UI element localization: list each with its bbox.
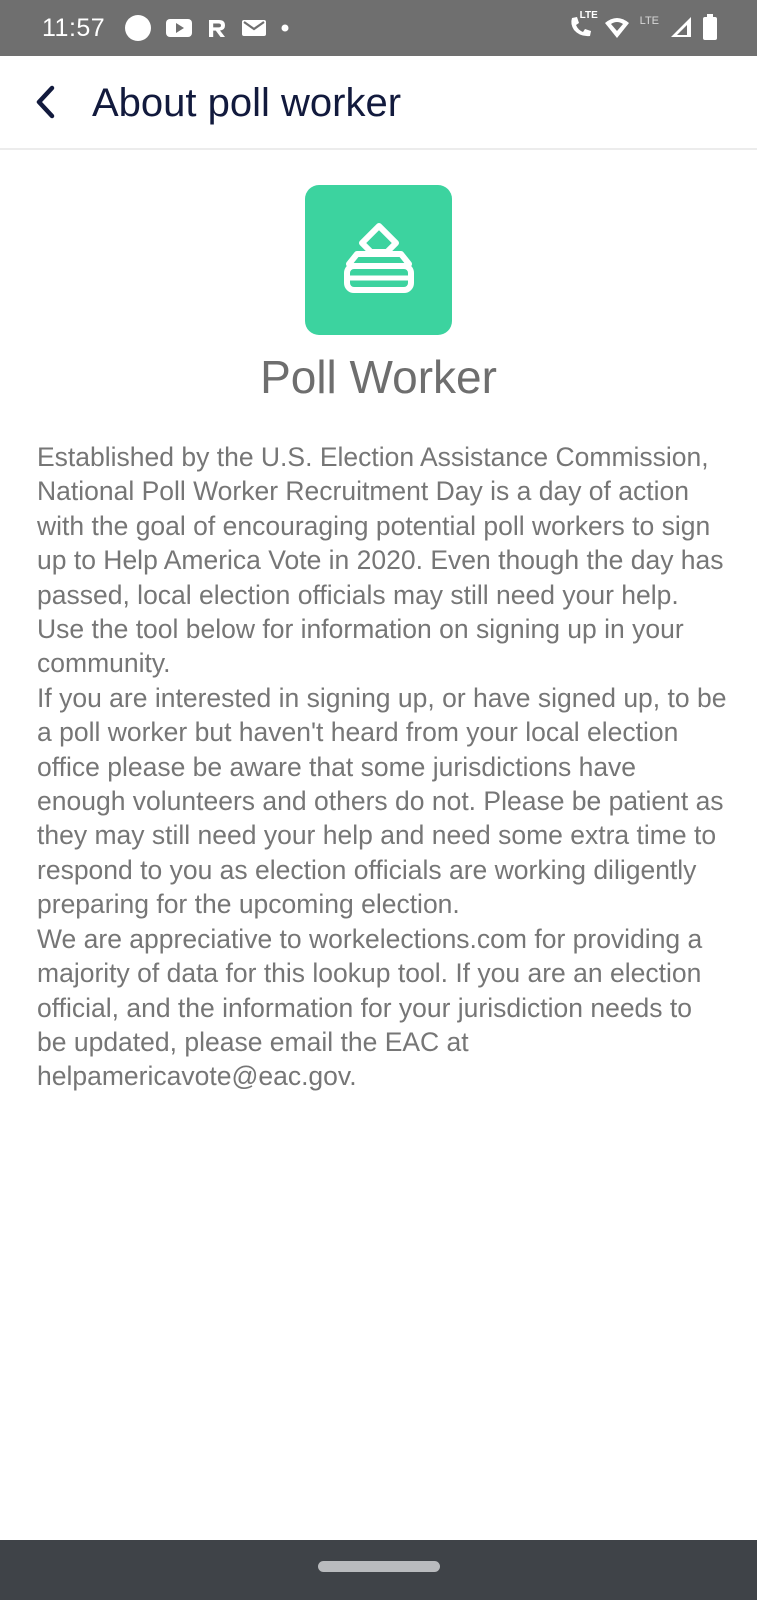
lte-call-label: LTE	[579, 10, 598, 21]
screen: 11:57 LTE LTE About poll worker Poll Wor…	[0, 0, 757, 1600]
mail-icon	[242, 18, 266, 38]
description-paragraph: If you are interested in signing up, or …	[37, 682, 727, 920]
battery-icon	[703, 14, 717, 40]
poll-worker-logo	[305, 185, 452, 335]
description-text: Established by the U.S. Election Assista…	[37, 440, 727, 1094]
app-bar: About poll worker	[0, 56, 757, 150]
description-paragraph: Established by the U.S. Election Assista…	[37, 442, 724, 679]
back-button[interactable]	[22, 78, 70, 126]
dot-icon	[280, 23, 290, 33]
description-paragraph: We are appreciative to workelections.com…	[37, 923, 703, 1092]
lte-call-icon: LTE	[568, 10, 598, 40]
youtube-icon	[166, 17, 192, 39]
signal-icon	[669, 15, 693, 39]
chevron-left-icon	[32, 84, 60, 120]
circle-icon	[124, 14, 152, 42]
status-notification-icons	[124, 14, 290, 42]
lte-label: LTE	[639, 15, 659, 27]
status-system-icons: LTE LTE	[568, 10, 717, 40]
home-indicator[interactable]	[318, 1561, 440, 1572]
ballot-box-icon	[341, 220, 417, 300]
page-title: About poll worker	[92, 81, 402, 125]
status-bar: 11:57 LTE LTE	[0, 0, 757, 56]
system-nav-bar	[0, 1540, 757, 1600]
wifi-icon	[604, 15, 630, 39]
status-time: 11:57	[42, 14, 106, 42]
section-heading: Poll Worker	[260, 351, 497, 403]
r-app-icon	[206, 17, 228, 39]
